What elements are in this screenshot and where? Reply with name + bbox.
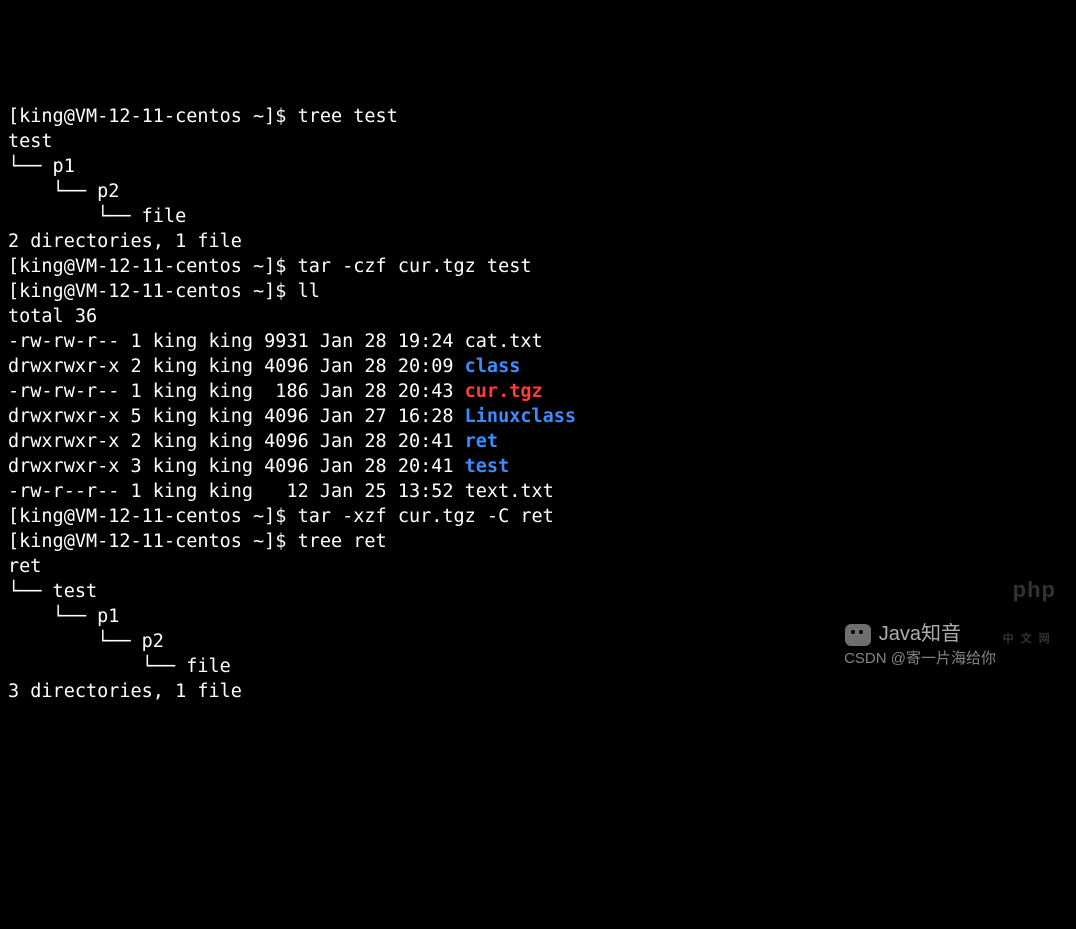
terminal-line: -rw-rw-r-- 1 king king 9931 Jan 28 19:24… (8, 329, 1068, 354)
terminal-line: drwxrwxr-x 2 king king 4096 Jan 28 20:41… (8, 429, 1068, 454)
terminal-line: └── test (8, 579, 1068, 604)
terminal-line: └── p2 (8, 179, 1068, 204)
terminal-line: drwxrwxr-x 2 king king 4096 Jan 28 20:09… (8, 354, 1068, 379)
terminal-line: [king@VM-12-11-centos ~]$ tree ret (8, 529, 1068, 554)
terminal-line: drwxrwxr-x 3 king king 4096 Jan 28 20:41… (8, 454, 1068, 479)
terminal-line: -rw-r--r-- 1 king king 12 Jan 25 13:52 t… (8, 479, 1068, 504)
terminal-line: 3 directories, 1 file (8, 679, 1068, 704)
terminal-line: drwxrwxr-x 5 king king 4096 Jan 27 16:28… (8, 404, 1068, 429)
terminal-line: -rw-rw-r-- 1 king king 186 Jan 28 20:43 … (8, 379, 1068, 404)
terminal-line: └── p1 (8, 604, 1068, 629)
terminal-line: total 36 (8, 304, 1068, 329)
terminal-line: [king@VM-12-11-centos ~]$ tar -xzf cur.t… (8, 504, 1068, 529)
terminal-line: 2 directories, 1 file (8, 229, 1068, 254)
terminal-line: test (8, 129, 1068, 154)
terminal-line: [king@VM-12-11-centos ~]$ ll (8, 279, 1068, 304)
terminal-line: └── file (8, 204, 1068, 229)
terminal-line: [king@VM-12-11-centos ~]$ tar -czf cur.t… (8, 254, 1068, 279)
terminal-line: └── p1 (8, 154, 1068, 179)
terminal-output: [king@VM-12-11-centos ~]$ tree testtest└… (8, 104, 1068, 704)
terminal-line: ret (8, 554, 1068, 579)
terminal-line: [king@VM-12-11-centos ~]$ tree test (8, 104, 1068, 129)
terminal-line: └── p2 (8, 629, 1068, 654)
terminal-line: └── file (8, 654, 1068, 679)
